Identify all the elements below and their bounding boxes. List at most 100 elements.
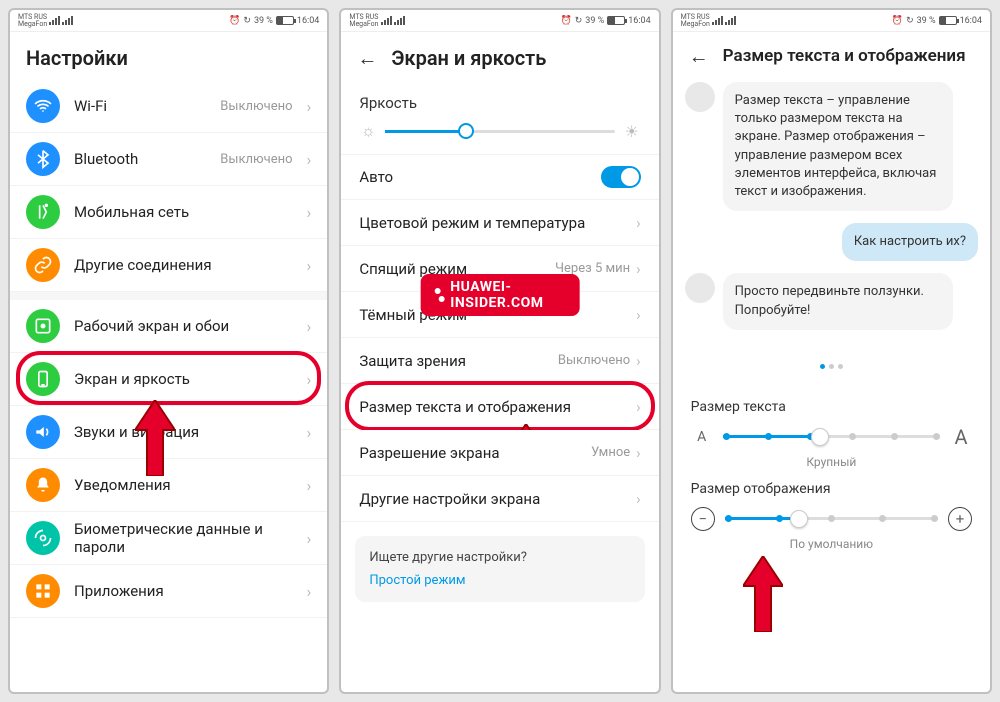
settings-row[interactable]: Bluetooth Выключено ›	[10, 133, 327, 186]
help-question: Ищете другие настройки?	[369, 550, 630, 565]
auto-brightness-toggle[interactable]	[601, 166, 641, 188]
link-icon	[26, 248, 60, 282]
chevron-right-icon: ›	[307, 256, 312, 275]
small-a-icon: A	[691, 429, 713, 445]
chevron-right-icon: ›	[636, 444, 641, 462]
chat-message-in: Размер текста – управление только размер…	[685, 82, 978, 211]
display-setting-row[interactable]: Размер текста и отображения ›	[341, 384, 658, 430]
settings-row[interactable]: Другие соединения ›	[10, 239, 327, 292]
bio-icon	[26, 521, 60, 555]
pager-dots	[673, 348, 990, 379]
battery-icon	[276, 16, 294, 25]
signal-bars-icon	[725, 16, 736, 25]
signal-bars-icon	[381, 16, 392, 25]
minus-icon[interactable]: −	[691, 507, 715, 531]
display-setting-row[interactable]: Цветовой режим и температура ›	[341, 200, 658, 246]
text-size-label: Размер текста	[691, 399, 972, 415]
avatar-icon	[685, 273, 715, 303]
row-label: Другие соединения	[74, 256, 293, 274]
signal-bars-icon	[712, 16, 723, 25]
settings-row[interactable]: Уведомления ›	[10, 459, 327, 512]
chevron-right-icon: ›	[636, 398, 641, 416]
chat-message-out: Как настроить их?	[685, 223, 978, 261]
row-label: Разрешение экрана	[359, 444, 591, 462]
chevron-right-icon: ›	[636, 352, 641, 370]
display-size-slider[interactable]: − +	[691, 507, 972, 531]
settings-row[interactable]: Приложения›	[10, 565, 327, 618]
settings-row[interactable]: Экран и яркость›	[10, 353, 327, 406]
carrier-label-2: MegaFon	[18, 21, 47, 28]
row-label: Мобильная сеть	[74, 203, 293, 221]
row-label: Размер текста и отображения	[359, 398, 630, 416]
page-title: Размер текста и отображения	[723, 46, 966, 66]
alarm-icon: ⏰	[561, 16, 572, 26]
row-label: Другие настройки экрана	[359, 490, 630, 508]
battery-icon	[607, 16, 625, 25]
sync-icon: ↻	[906, 16, 914, 26]
row-label: Цветовой режим и температура	[359, 214, 630, 232]
sun-small-icon: ☼	[359, 122, 377, 140]
chevron-right-icon: ›	[307, 150, 312, 169]
message-bubble: Размер текста – управление только размер…	[723, 82, 953, 211]
brightness-slider[interactable]: ☼ ☀	[341, 118, 658, 154]
row-value: Умное	[591, 445, 630, 460]
help-box: Ищете другие настройки? Простой режим	[355, 536, 644, 602]
chevron-right-icon: ›	[307, 97, 312, 116]
row-label: Приложения	[74, 582, 293, 600]
message-bubble: Как настроить их?	[842, 223, 978, 261]
page-title: Настройки	[26, 46, 128, 70]
row-label: Bluetooth	[74, 150, 206, 168]
settings-row[interactable]: Мобильная сеть ›	[10, 186, 327, 239]
signal-bars-icon	[49, 16, 60, 25]
bell-icon	[26, 468, 60, 502]
huawei-logo-icon	[433, 286, 447, 304]
chevron-right-icon: ›	[636, 214, 641, 232]
row-label: Звуки и вибрация	[74, 423, 293, 441]
battery-icon	[939, 16, 957, 25]
row-label: Уведомления	[74, 476, 293, 494]
home-icon	[26, 309, 60, 343]
avatar-icon	[685, 82, 715, 112]
alarm-icon: ⏰	[892, 16, 903, 26]
settings-row[interactable]: Звуки и вибрация›	[10, 406, 327, 459]
back-button[interactable]: ←	[357, 48, 377, 68]
phone-screen-settings: MTS RUS MegaFon ⏰ ↻ 39 % 16:04 Настройки…	[8, 8, 329, 694]
large-a-icon: A	[950, 425, 972, 449]
page-title: Экран и яркость	[391, 46, 546, 70]
chevron-right-icon: ›	[307, 203, 312, 222]
text-size-slider[interactable]: A A	[691, 425, 972, 449]
chevron-right-icon: ›	[307, 476, 312, 495]
settings-list: Wi-FiВыключено›BluetoothВыключено›Мобиль…	[10, 80, 327, 692]
display-size-label: Размер отображения	[691, 481, 972, 497]
sync-icon: ↻	[243, 16, 251, 26]
settings-row[interactable]: Рабочий экран и обои ›	[10, 300, 327, 353]
chat-message-in: Просто передвиньте ползунки. Попробуйте!	[685, 273, 978, 329]
display-setting-row[interactable]: Защита зренияВыключено›	[341, 338, 658, 384]
row-value: Выключено	[558, 353, 630, 368]
battery-pct: 39 %	[254, 16, 273, 26]
row-label: Экран и яркость	[74, 370, 293, 388]
apps-icon	[26, 574, 60, 608]
row-value: Выключено	[220, 99, 292, 114]
header: ← Экран и яркость	[341, 32, 658, 80]
signal-bars-icon	[62, 16, 73, 25]
display-setting-row[interactable]: Другие настройки экрана ›	[341, 476, 658, 522]
status-bar: MTS RUS MegaFon ⏰ ↻ 39 % 16:04	[673, 10, 990, 32]
sound-icon	[26, 415, 60, 449]
help-link[interactable]: Простой режим	[369, 573, 630, 588]
settings-row[interactable]: Wi-FiВыключено›	[10, 80, 327, 133]
status-bar: MTS RUS MegaFon ⏰ ↻ 39 % 16:04	[341, 10, 658, 32]
status-bar: MTS RUS MegaFon ⏰ ↻ 39 % 16:04	[10, 10, 327, 32]
row-label: Рабочий экран и обои	[74, 317, 293, 335]
chevron-right-icon: ›	[307, 317, 312, 336]
back-button[interactable]: ←	[689, 46, 709, 66]
settings-row[interactable]: Биометрические данные и пароли›	[10, 512, 327, 565]
auto-brightness-row[interactable]: Авто	[341, 154, 658, 200]
chevron-right-icon: ›	[636, 260, 641, 278]
row-value: Выключено	[220, 152, 292, 167]
display-setting-row[interactable]: Разрешение экранаУмное ›	[341, 430, 658, 476]
plus-icon[interactable]: +	[948, 507, 972, 531]
chevron-right-icon: ›	[307, 529, 312, 548]
chevron-right-icon: ›	[636, 306, 641, 324]
chevron-right-icon: ›	[636, 490, 641, 508]
